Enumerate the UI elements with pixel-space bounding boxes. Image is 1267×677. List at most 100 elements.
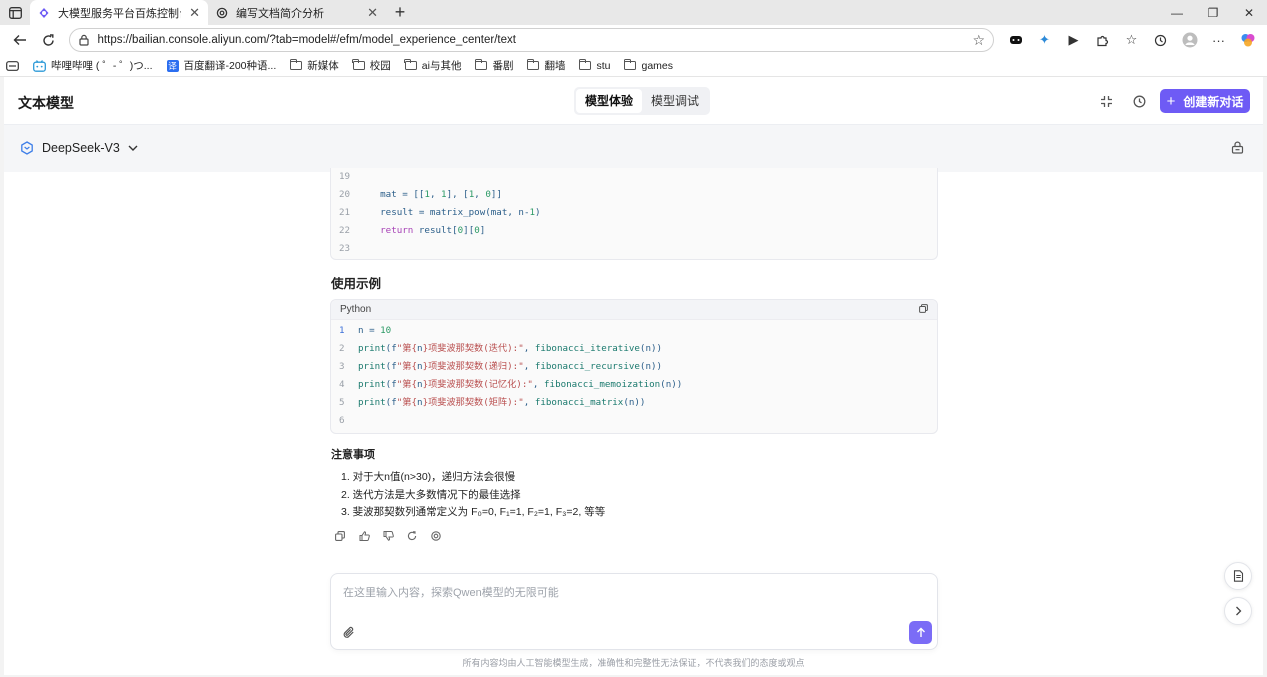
browser-tab-bailian[interactable]: 大模型服务平台百炼控制台 ✕	[30, 0, 208, 25]
line-number: 3	[339, 361, 345, 372]
code-line: 2 print(f"第{n}项斐波那契数(迭代):", fibonacci_ite…	[331, 340, 937, 358]
folder-icon	[404, 59, 417, 70]
line-number: 21	[339, 207, 351, 218]
extension-pin-icon[interactable]: ✦	[1031, 27, 1058, 53]
code-token: (f	[385, 379, 397, 390]
message-actions	[333, 529, 443, 543]
code-text: print(f"第{n}项斐波那契数(递归):", fibonacci_recu…	[358, 358, 662, 376]
extensions-puzzle-icon[interactable]	[1089, 27, 1116, 53]
bookmark-folder-stu[interactable]: stu	[579, 59, 610, 72]
compress-icon	[1100, 95, 1112, 107]
tab-panel-icon	[8, 6, 22, 19]
code-text: n = 10	[358, 322, 391, 340]
history-button[interactable]	[1131, 93, 1147, 109]
code-token: "第{	[396, 379, 418, 390]
notes-heading: 注意事项	[331, 449, 375, 461]
create-new-chat-button[interactable]: + 创建新对话	[1160, 89, 1250, 113]
copilot-icon[interactable]	[1234, 27, 1261, 53]
close-tab-icon[interactable]: ✕	[367, 5, 378, 21]
bookmark-folder-campus[interactable]: 校园	[352, 58, 391, 73]
bookmark-bilibili[interactable]: 哔哩哔哩 ( ゜- ゜)つ...	[33, 58, 153, 73]
code-token: }项斐波那契数(递归):"	[422, 361, 524, 372]
code-token: }项斐波那契数(矩阵):"	[422, 397, 524, 408]
code-token: fibonacci_recursive	[534, 361, 640, 372]
window-controls: — ❐ ✕	[1159, 0, 1267, 25]
code-token: (n))	[660, 379, 683, 390]
bookmark-folder-games[interactable]: games	[624, 59, 673, 72]
create-new-chat-label: 创建新对话	[1183, 94, 1244, 109]
web-page: 文本模型 模型体验 模型调试 + 创建新对话 DeepSeek-V3 19 20 …	[4, 77, 1263, 675]
bookmark-label: 翻墙	[544, 60, 566, 72]
chevron-down-icon	[128, 145, 138, 151]
line-number: 22	[339, 225, 351, 236]
code-block-usage: Python 1 n = 10 2 print(f"第{n}项斐波那契数(迭代):",…	[330, 299, 938, 434]
url-text[interactable]: https://bailian.console.aliyun.com/?tab=…	[98, 34, 965, 46]
favorite-star-icon[interactable]: ☆	[972, 32, 985, 49]
code-token: ,	[523, 397, 535, 408]
chat-input[interactable]	[343, 584, 903, 602]
code-line: 22 return result[0][0]	[331, 222, 937, 240]
model-settings-button[interactable]	[1231, 141, 1244, 157]
read-aloud-icon	[6, 60, 19, 71]
close-window-icon[interactable]: ✕	[1231, 0, 1267, 25]
copy-code-button[interactable]	[919, 303, 928, 316]
code-token: print	[358, 397, 386, 408]
tab-model-debug[interactable]: 模型调试	[642, 89, 708, 113]
tab-title: 大模型服务平台百炼控制台	[58, 7, 182, 20]
code-token: }项斐波那契数(迭代):"	[422, 343, 524, 354]
bookmark-folder-vpn[interactable]: 翻墙	[527, 58, 565, 73]
list-item: 2. 迭代方法是大多数情况下的最佳选择	[341, 488, 521, 501]
thumbs-up-button[interactable]	[357, 529, 371, 543]
code-text: print(f"第{n}项斐波那契数(迭代):", fibonacci_iter…	[358, 340, 662, 358]
code-token: print	[358, 343, 386, 354]
address-bar[interactable]: https://bailian.console.aliyun.com/?tab=…	[68, 28, 994, 52]
list-item: 1. 对于大n值(n>30)，递归方法会很慢	[341, 471, 516, 483]
site-info-icon[interactable]	[78, 34, 90, 46]
expand-panel-button[interactable]	[1224, 597, 1252, 625]
bailian-logo-icon	[39, 7, 49, 18]
folder-icon	[527, 59, 540, 70]
fullscreen-exit-button[interactable]	[1098, 93, 1114, 109]
restore-icon[interactable]: ❐	[1195, 0, 1231, 25]
code-line: 1 n = 10	[331, 322, 937, 340]
document-float-button[interactable]	[1224, 562, 1252, 590]
tab-actions-button[interactable]	[0, 0, 30, 25]
thumbs-down-button[interactable]	[381, 529, 395, 543]
refresh-icon	[407, 531, 417, 541]
refresh-icon	[43, 33, 55, 46]
back-button[interactable]	[6, 27, 33, 53]
minimize-icon[interactable]: —	[1159, 0, 1195, 25]
browser-toolbar: https://bailian.console.aliyun.com/?tab=…	[0, 25, 1267, 55]
favorites-list-icon[interactable]: ☆	[1118, 27, 1145, 53]
line-number: 6	[339, 415, 345, 426]
reload-button[interactable]	[35, 27, 62, 53]
bookmark-folder-ai[interactable]: ai与其他	[404, 58, 461, 73]
new-tab-button[interactable]: +	[386, 0, 414, 25]
tab-model-experience[interactable]: 模型体验	[576, 89, 643, 113]
extension-play-icon[interactable]: ▶	[1060, 27, 1087, 53]
bilibili-icon	[33, 59, 46, 72]
profile-avatar[interactable]	[1176, 27, 1203, 53]
regenerate-button[interactable]	[405, 529, 419, 543]
model-name: DeepSeek-V3	[42, 141, 120, 155]
history-icon[interactable]	[1147, 27, 1174, 53]
copy-message-button[interactable]	[333, 529, 347, 543]
bookmark-folder-media[interactable]: 新媒体	[289, 58, 339, 73]
bookmark-baidu-translate[interactable]: 译 百度翻译-200种语...	[166, 58, 276, 73]
browser-tab-doc[interactable]: 编写文档简介分析 ✕	[208, 0, 386, 25]
model-selector[interactable]: DeepSeek-V3	[20, 141, 138, 155]
extension-game-icon[interactable]	[1002, 27, 1029, 53]
attach-button[interactable]	[343, 626, 355, 642]
code-token: (n))	[623, 397, 646, 408]
send-button[interactable]	[909, 621, 932, 644]
model-selector-bar: DeepSeek-V3	[4, 125, 1263, 172]
share-button[interactable]	[429, 529, 443, 543]
avatar-icon	[1182, 32, 1197, 48]
close-tab-icon[interactable]: ✕	[189, 5, 200, 21]
bookmark-folder-anime[interactable]: 番剧	[475, 58, 513, 73]
code-token: "第{	[396, 361, 418, 372]
line-number: 5	[339, 397, 345, 408]
game-controller-icon	[1009, 36, 1022, 44]
reading-list-icon[interactable]	[6, 60, 19, 71]
more-menu-icon[interactable]: ···	[1205, 27, 1232, 53]
